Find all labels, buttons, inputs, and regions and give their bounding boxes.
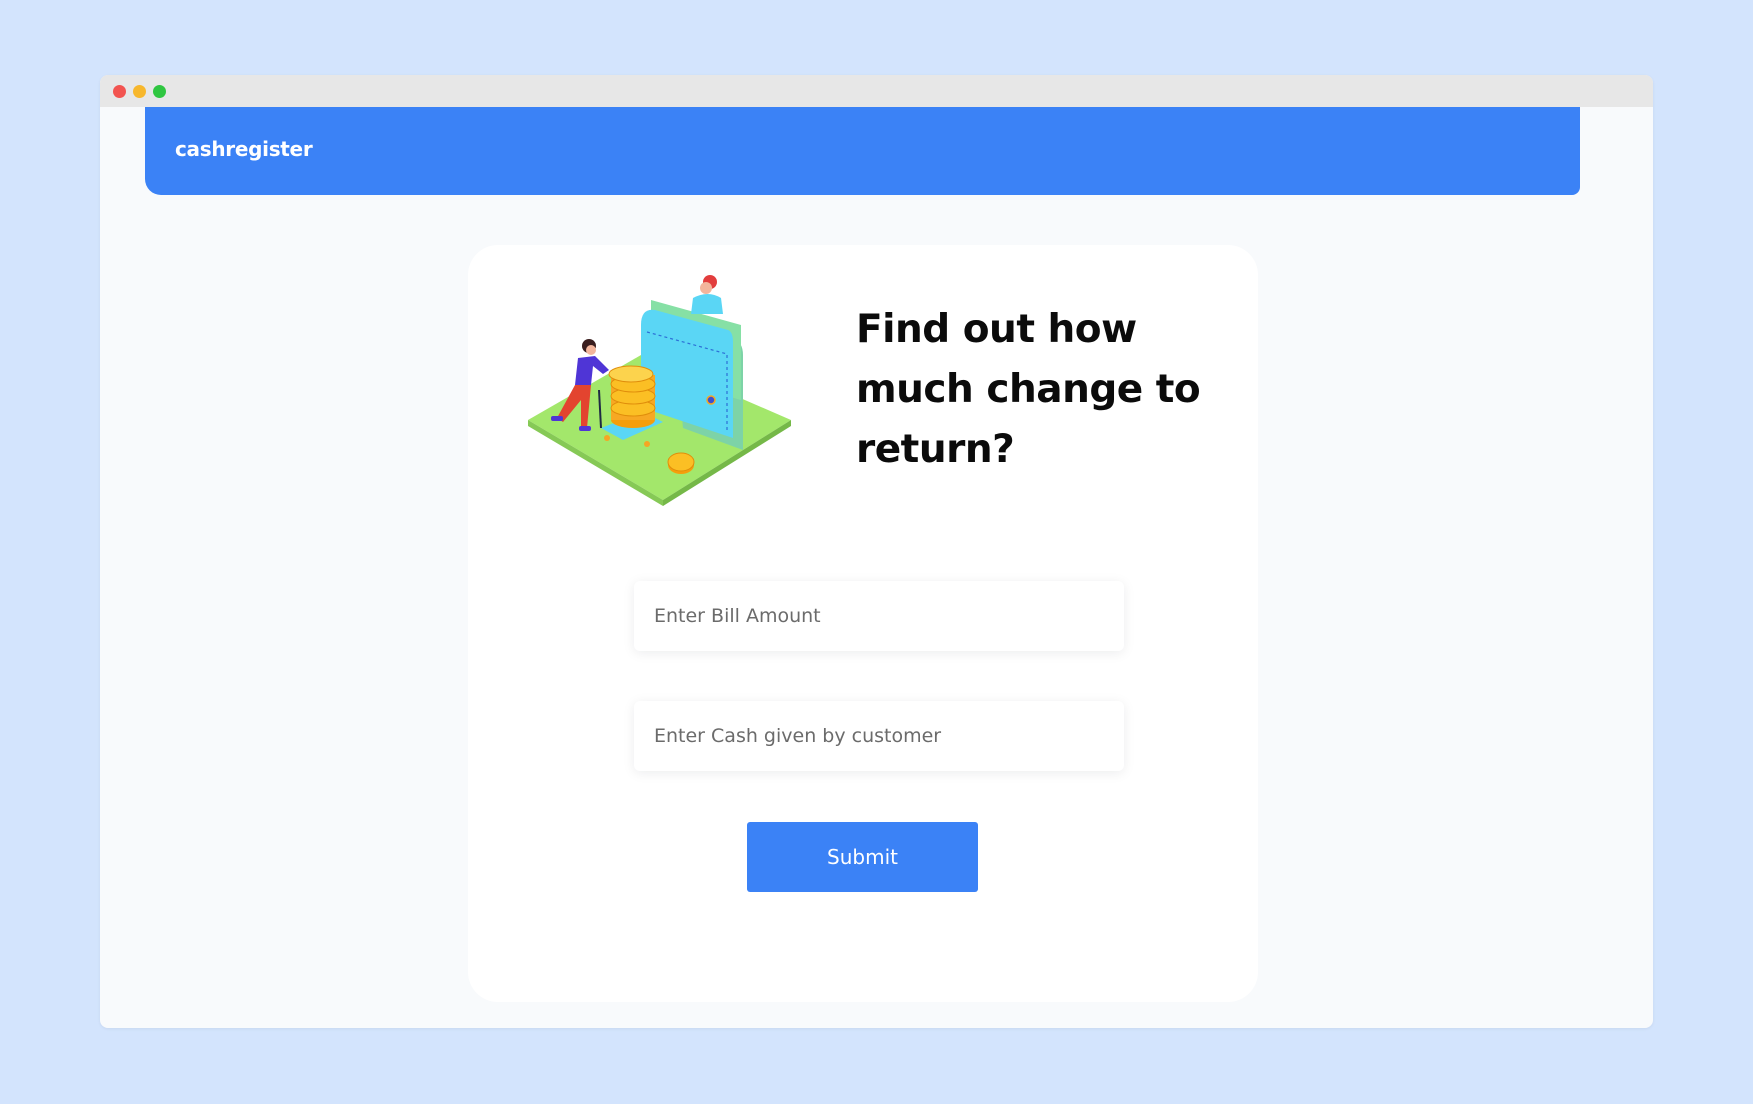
person-shoe-right xyxy=(579,426,591,431)
browser-window: cashregister Find out how much change to… xyxy=(100,75,1653,1028)
maximize-window-button[interactable] xyxy=(153,85,166,98)
person-head xyxy=(586,345,596,355)
cash-given-input[interactable] xyxy=(634,701,1124,771)
person-top-head xyxy=(700,282,712,294)
bill-amount-input[interactable] xyxy=(634,581,1124,651)
cart-wheel-left xyxy=(604,435,610,441)
cart-wheel-right xyxy=(644,441,650,447)
minimize-window-button[interactable] xyxy=(133,85,146,98)
navbar: cashregister xyxy=(145,107,1580,195)
window-titlebar xyxy=(100,75,1653,107)
loose-coin xyxy=(667,452,695,472)
person-shoe-left xyxy=(551,416,563,421)
main-card: Find out how much change to return? Subm… xyxy=(468,245,1258,1002)
coin-stack xyxy=(608,365,656,428)
wallet-button xyxy=(706,395,716,405)
person-top-body xyxy=(691,294,723,314)
page-heading: Find out how much change to return? xyxy=(856,307,1201,472)
submit-button[interactable]: Submit xyxy=(747,822,978,892)
wallet-coins-illustration xyxy=(528,275,791,506)
brand-logo[interactable]: cashregister xyxy=(175,137,313,161)
close-window-button[interactable] xyxy=(113,85,126,98)
